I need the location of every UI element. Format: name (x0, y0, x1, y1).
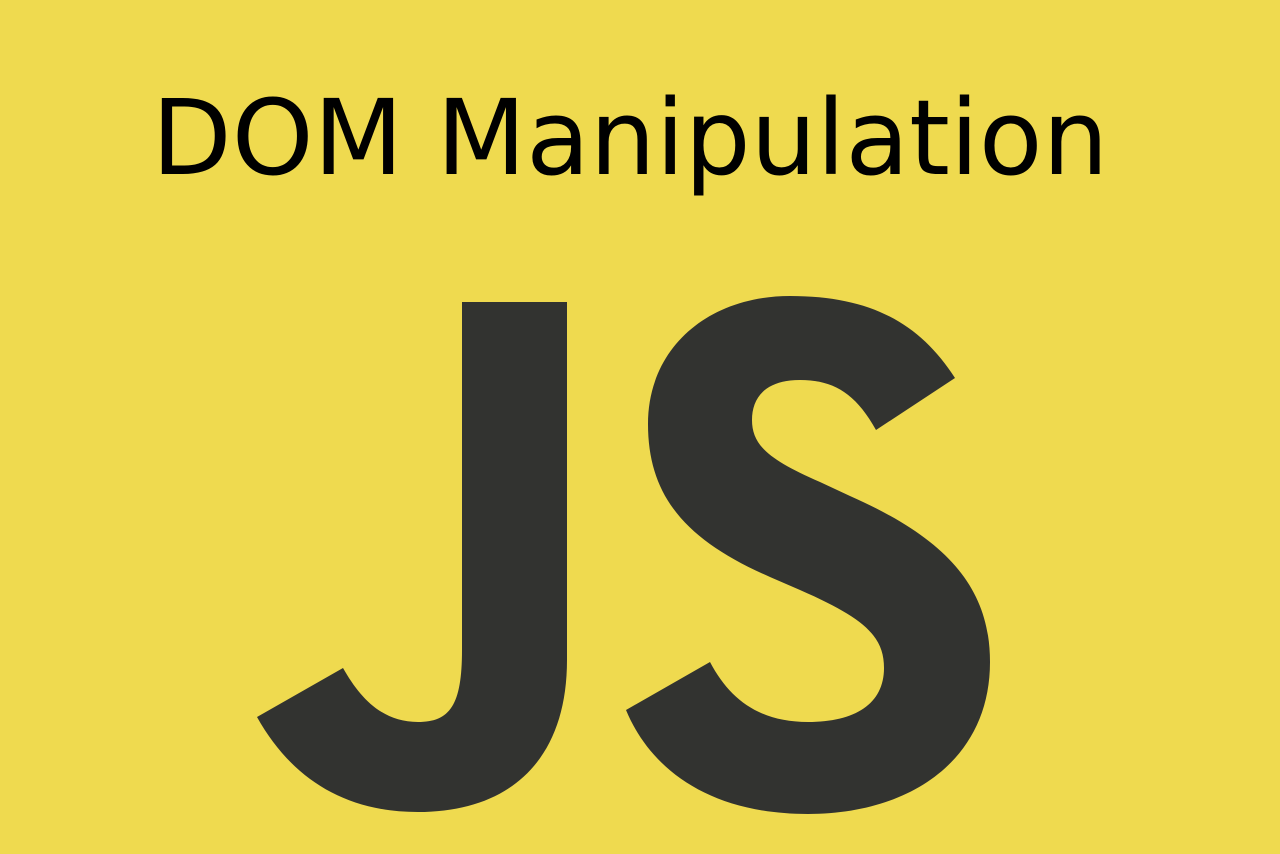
logo-letter-s-icon (626, 296, 990, 814)
logo-letter-j-icon (257, 302, 567, 812)
banner-canvas: DOM Manipulation (0, 0, 1280, 854)
javascript-logo (257, 296, 990, 814)
